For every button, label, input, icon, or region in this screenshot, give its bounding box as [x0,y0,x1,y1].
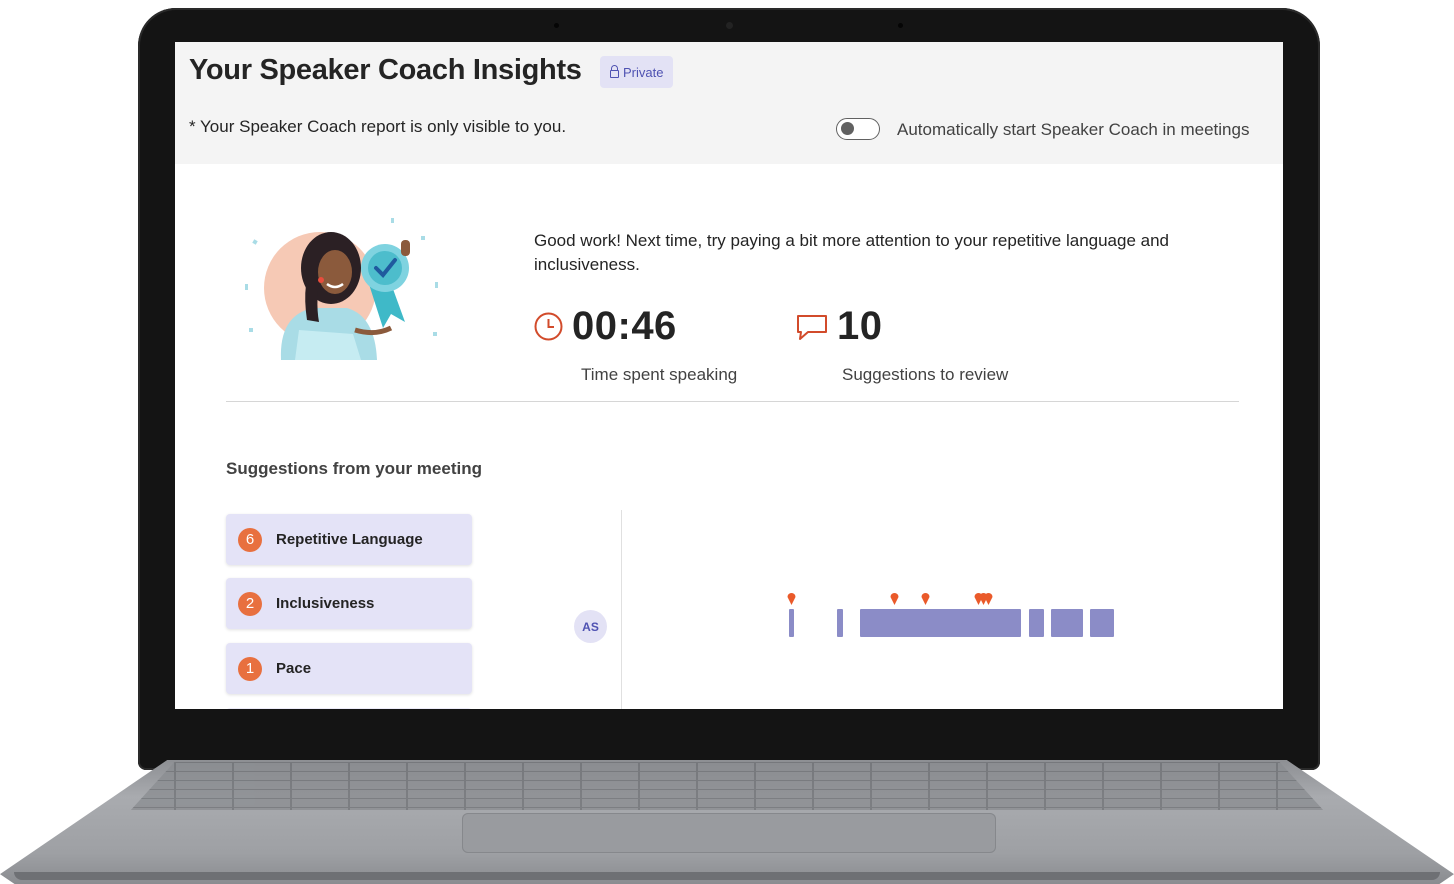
insights-header: Your Speaker Coach Insights Private * Yo… [175,42,1283,164]
timeline-divider [621,510,622,709]
suggestion-marker-icon[interactable] [787,592,796,605]
chat-bubble-icon [797,315,827,340]
suggestion-card-pace[interactable]: 1 Pace [226,643,472,694]
sensor-dot [898,23,903,28]
laptop-keyboard [130,762,1324,810]
speaking-segment[interactable] [1051,609,1083,637]
visibility-note: * Your Speaker Coach report is only visi… [189,117,567,136]
count-badge: 2 [238,591,262,616]
speaking-segment[interactable] [1090,609,1114,637]
suggestion-marker-icon[interactable] [921,592,930,605]
page-title: Your Speaker Coach Insights [189,54,582,86]
time-spent-label: Time spent speaking [581,365,738,384]
speaking-segment[interactable] [789,609,794,637]
suggestions-count-value: 10 [837,304,883,348]
suggestion-label: Repetitive Language [276,531,423,548]
auto-start-label: Automatically start Speaker Coach in mee… [897,120,1250,139]
private-label: Private [623,64,664,80]
sensor-dot [554,23,559,28]
coach-message: Good work! Next time, try paying a bit m… [534,231,1170,274]
celebration-illustration [245,218,438,360]
suggestions-stat: 10 [795,304,883,349]
suggestions-heading: Suggestions from your meeting [226,459,482,478]
suggestion-marker-icon[interactable] [890,592,899,605]
webcam-lens [726,22,733,29]
clock-icon [534,312,563,341]
suggestion-card-repetitive-language[interactable]: 6 Repetitive Language [226,514,472,565]
speaking-segment[interactable] [837,609,843,637]
suggestion-label: Pace [276,660,312,677]
toggle-knob [841,122,854,135]
lock-icon [610,65,619,78]
laptop-front-edge [14,872,1440,880]
count-badge: 1 [238,656,262,681]
auto-start-toggle[interactable] [836,118,880,140]
speaking-segment[interactable] [860,609,1021,637]
suggestions-count-label: Suggestions to review [842,365,1009,384]
app-screen: Your Speaker Coach Insights Private * Yo… [175,42,1283,709]
speaker-avatar: AS [574,610,607,643]
time-spent-value: 00:46 [572,304,677,348]
laptop-trackpad [462,813,996,853]
private-badge: Private [600,56,674,88]
section-divider [226,401,1239,402]
time-stat: 00:46 [533,304,677,349]
suggestion-label: Inclusiveness [276,595,375,612]
suggestion-card-partial[interactable] [226,708,472,709]
suggestion-marker-icon[interactable] [984,592,993,605]
speaking-segment[interactable] [1029,609,1044,637]
suggestion-card-inclusiveness[interactable]: 2 Inclusiveness [226,578,472,629]
count-badge: 6 [238,527,262,552]
